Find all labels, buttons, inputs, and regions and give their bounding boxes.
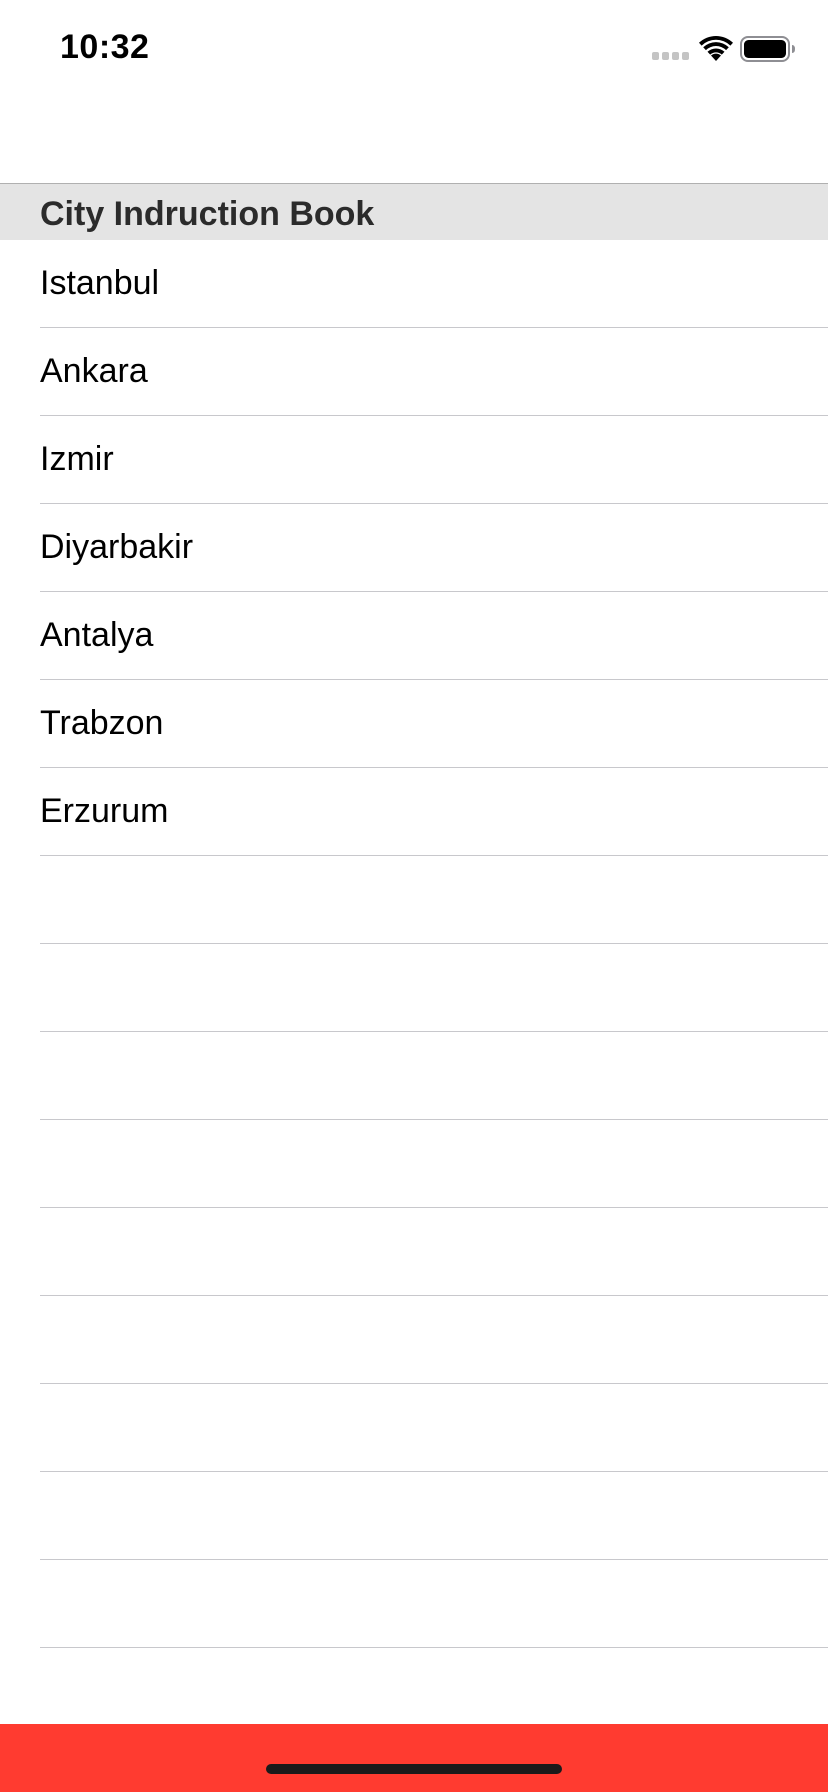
row-label: Erzurum bbox=[40, 792, 169, 830]
row-label: Istanbul bbox=[40, 264, 160, 302]
empty-table-row bbox=[0, 1296, 828, 1384]
empty-table-row bbox=[0, 1208, 828, 1296]
home-indicator[interactable] bbox=[266, 1764, 562, 1774]
status-time: 10:32 bbox=[60, 28, 150, 66]
status-bar: 10:32 bbox=[0, 0, 828, 100]
table-row-trabzon[interactable]: Trabzon bbox=[0, 680, 828, 768]
empty-table-row bbox=[0, 1472, 828, 1560]
table-row-erzurum[interactable]: Erzurum bbox=[0, 768, 828, 856]
row-label: Antalya bbox=[40, 616, 154, 654]
section-header: City Indruction Book bbox=[0, 184, 828, 240]
empty-table-row bbox=[0, 1032, 828, 1120]
empty-table-row bbox=[0, 856, 828, 944]
screen: 10:32 City Indruction Book Istanbul Anka… bbox=[0, 0, 828, 1792]
table-row-ankara[interactable]: Ankara bbox=[0, 328, 828, 416]
row-label: Izmir bbox=[40, 440, 114, 478]
empty-table-row bbox=[0, 1560, 828, 1648]
wifi-icon bbox=[699, 35, 733, 61]
empty-table-row bbox=[0, 1120, 828, 1208]
navigation-bar bbox=[0, 100, 828, 184]
table-row-istanbul[interactable]: Istanbul bbox=[0, 240, 828, 328]
row-label: Trabzon bbox=[40, 704, 164, 742]
table-row-diyarbakir[interactable]: Diyarbakir bbox=[0, 504, 828, 592]
bottom-bar bbox=[0, 1724, 828, 1792]
city-table[interactable]: Istanbul Ankara Izmir Diyarbakir Antalya… bbox=[0, 240, 828, 1648]
table-row-antalya[interactable]: Antalya bbox=[0, 592, 828, 680]
row-label: Ankara bbox=[40, 352, 148, 390]
row-label: Diyarbakir bbox=[40, 528, 194, 566]
empty-table-row bbox=[0, 1384, 828, 1472]
section-header-title: City Indruction Book bbox=[40, 195, 375, 233]
signal-dots-icon bbox=[652, 52, 689, 60]
empty-table-row bbox=[0, 944, 828, 1032]
table-row-izmir[interactable]: Izmir bbox=[0, 416, 828, 504]
battery-icon bbox=[740, 36, 795, 62]
